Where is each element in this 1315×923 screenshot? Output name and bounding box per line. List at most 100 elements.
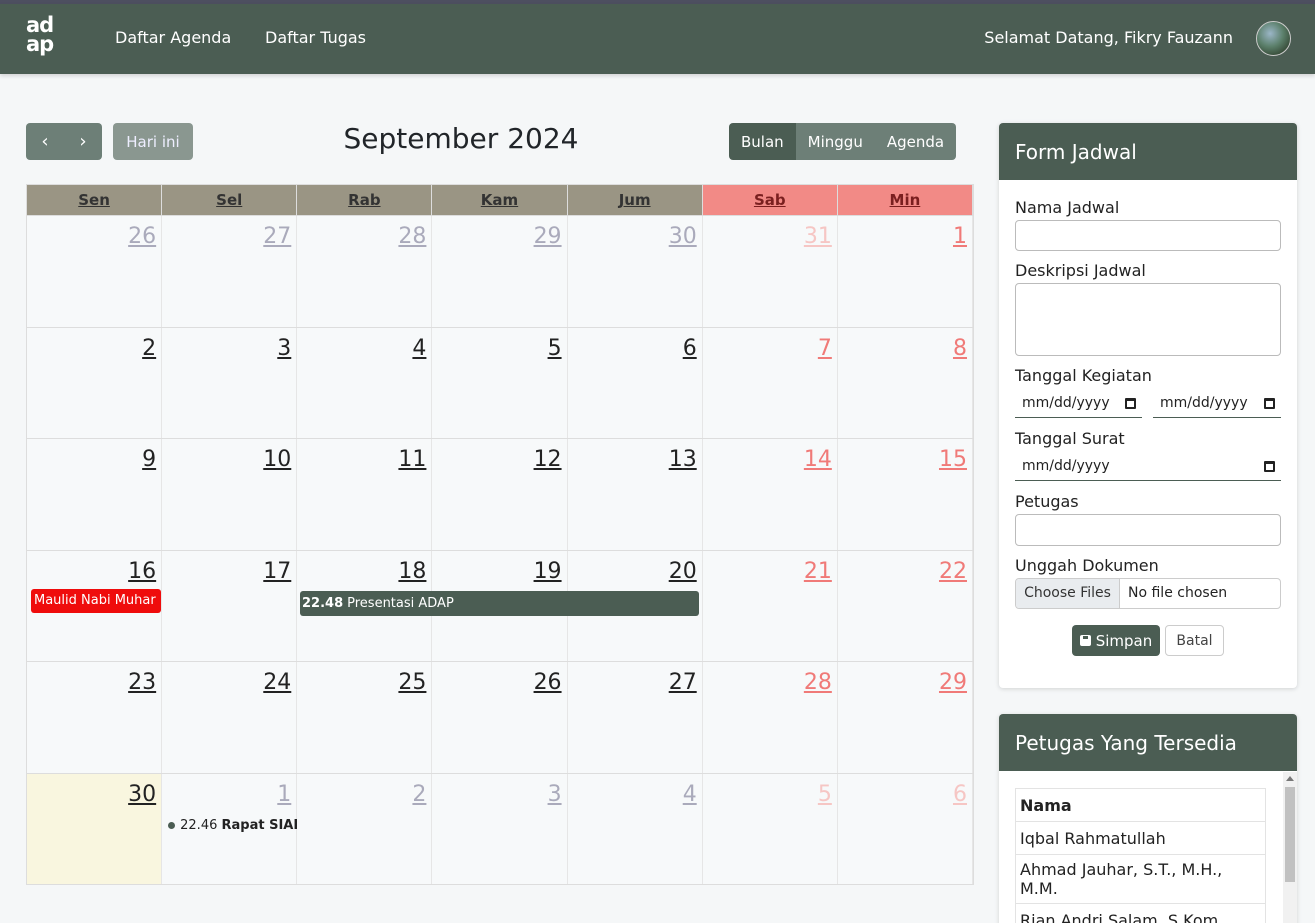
calendar-day-cell[interactable]: 7 — [702, 327, 838, 438]
calendar-day-cell[interactable]: 28 — [702, 662, 838, 773]
day-number[interactable]: 29 — [939, 670, 967, 695]
calendar-day-cell[interactable]: 22 — [837, 550, 973, 661]
calendar-day-cell[interactable]: 31 — [702, 216, 838, 327]
day-number[interactable]: 14 — [804, 447, 832, 472]
calendar-day-cell[interactable]: 4 — [297, 327, 433, 438]
next-month-button[interactable]: › — [64, 123, 102, 160]
day-number[interactable]: 29 — [534, 224, 562, 249]
nama-jadwal-input[interactable] — [1015, 220, 1281, 251]
calendar-day-cell[interactable]: 4 — [567, 773, 703, 884]
calendar-day-cell[interactable]: 2 — [27, 327, 163, 438]
calendar-day-cell[interactable]: 11 — [297, 439, 433, 550]
day-number[interactable]: 1 — [953, 224, 967, 249]
deskripsi-jadwal-textarea[interactable] — [1015, 283, 1281, 356]
tanggal-kegiatan-end-input[interactable]: mm/dd/yyyy — [1153, 389, 1281, 418]
day-number[interactable]: 23 — [128, 670, 156, 695]
day-number[interactable]: 25 — [398, 670, 426, 695]
event-presentasi[interactable]: 22.48 Presentasi ADAP — [300, 590, 699, 616]
weekday-rab[interactable]: Rab — [297, 185, 433, 215]
calendar-day-cell[interactable]: 21 — [702, 550, 838, 661]
today-button[interactable]: Hari ini — [113, 123, 193, 160]
nav-daftar-tugas[interactable]: Daftar Tugas — [265, 28, 366, 47]
calendar-day-cell[interactable]: 5 — [432, 327, 568, 438]
calendar-day-cell[interactable]: 9 — [27, 439, 163, 550]
scroll-thumb[interactable] — [1285, 787, 1295, 882]
day-number[interactable]: 11 — [398, 447, 426, 472]
day-number[interactable]: 3 — [277, 336, 291, 361]
app-logo[interactable]: ad ap — [26, 15, 66, 62]
day-number[interactable]: 6 — [953, 782, 967, 807]
calendar-day-cell[interactable]: 29 — [432, 216, 568, 327]
choose-files-button[interactable]: Choose Files — [1016, 579, 1120, 608]
save-button[interactable]: Simpan — [1072, 625, 1160, 656]
calendar-day-cell[interactable]: 15 — [837, 439, 973, 550]
day-number[interactable]: 22 — [939, 559, 967, 584]
day-number[interactable]: 28 — [804, 670, 832, 695]
calendar-day-cell[interactable]: 17 — [162, 550, 298, 661]
view-bulan-button[interactable]: Bulan — [729, 123, 796, 160]
day-number[interactable]: 27 — [263, 224, 291, 249]
weekday-min[interactable]: Min — [837, 185, 973, 215]
calendar-day-cell[interactable]: 24 — [162, 662, 298, 773]
calendar-day-cell[interactable]: 26 — [432, 662, 568, 773]
nav-daftar-agenda[interactable]: Daftar Agenda — [115, 28, 231, 47]
calendar-day-cell[interactable]: 6 — [837, 773, 973, 884]
calendar-day-cell[interactable]: 30 — [567, 216, 703, 327]
scrollbar[interactable] — [1283, 772, 1297, 923]
calendar-day-cell[interactable]: 23 — [27, 662, 163, 773]
weekday-kam[interactable]: Kam — [432, 185, 568, 215]
day-number[interactable]: 2 — [142, 336, 156, 361]
weekday-sen[interactable]: Sen — [27, 185, 163, 215]
calendar-day-cell[interactable]: 2 — [297, 773, 433, 884]
day-number[interactable]: 18 — [398, 559, 426, 584]
calendar-day-cell[interactable]: 3 — [162, 327, 298, 438]
calendar-day-cell[interactable]: 8 — [837, 327, 973, 438]
event-holiday[interactable]: Maulid Nabi Muhar — [31, 588, 161, 613]
prev-month-button[interactable]: ‹ — [26, 123, 64, 160]
file-upload-input[interactable]: Choose Files No file chosen — [1015, 578, 1281, 609]
day-number[interactable]: 27 — [669, 670, 697, 695]
day-number[interactable]: 6 — [683, 336, 697, 361]
calendar-day-cell[interactable]: 27 — [567, 662, 703, 773]
day-number[interactable]: 30 — [128, 782, 156, 807]
event-rapat[interactable]: 22.46 Rapat SIAP — [168, 818, 303, 833]
tanggal-kegiatan-start-input[interactable]: mm/dd/yyyy — [1015, 389, 1142, 418]
day-number[interactable]: 17 — [263, 559, 291, 584]
petugas-input[interactable] — [1015, 514, 1281, 546]
calendar-day-cell[interactable]: 16 Maulid Nabi Muhar — [27, 550, 163, 661]
day-number[interactable]: 10 — [263, 447, 291, 472]
calendar-day-cell[interactable]: 1 — [837, 216, 973, 327]
day-number[interactable]: 5 — [548, 336, 562, 361]
calendar-day-cell[interactable]: 30 — [27, 773, 163, 884]
calendar-icon[interactable] — [1125, 398, 1136, 409]
calendar-day-cell[interactable]: 29 — [837, 662, 973, 773]
tanggal-surat-input[interactable]: mm/dd/yyyy — [1015, 452, 1281, 481]
avatar[interactable] — [1256, 21, 1291, 56]
calendar-day-cell[interactable]: 13 — [567, 439, 703, 550]
day-number[interactable]: 19 — [534, 559, 562, 584]
day-number[interactable]: 8 — [953, 336, 967, 361]
calendar-day-cell[interactable]: 3 — [432, 773, 568, 884]
day-number[interactable]: 5 — [818, 782, 832, 807]
day-number[interactable]: 26 — [128, 224, 156, 249]
day-number[interactable]: 24 — [263, 670, 291, 695]
calendar-day-cell[interactable]: 25 — [297, 662, 433, 773]
day-number[interactable]: 9 — [142, 447, 156, 472]
calendar-day-cell[interactable]: 6 — [567, 327, 703, 438]
calendar-day-cell[interactable]: 10 — [162, 439, 298, 550]
weekday-sab[interactable]: Sab — [702, 185, 838, 215]
day-number[interactable]: 16 — [128, 559, 156, 584]
day-number[interactable]: 30 — [669, 224, 697, 249]
day-number[interactable]: 21 — [804, 559, 832, 584]
day-number[interactable]: 12 — [534, 447, 562, 472]
day-number[interactable]: 28 — [398, 224, 426, 249]
scroll-up-icon[interactable] — [1286, 776, 1294, 781]
weekday-jum[interactable]: Jum — [567, 185, 703, 215]
calendar-day-cell[interactable]: 5 — [702, 773, 838, 884]
calendar-day-cell[interactable]: 14 — [702, 439, 838, 550]
day-number[interactable]: 13 — [669, 447, 697, 472]
calendar-icon[interactable] — [1264, 398, 1275, 409]
day-number[interactable]: 31 — [804, 224, 832, 249]
day-number[interactable]: 3 — [548, 782, 562, 807]
weekday-sel[interactable]: Sel — [162, 185, 298, 215]
